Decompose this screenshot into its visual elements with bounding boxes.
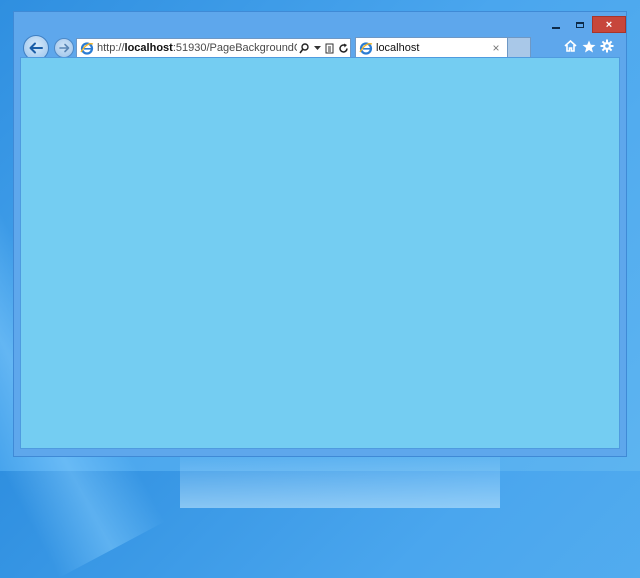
- forward-button[interactable]: [54, 38, 74, 58]
- close-window-button[interactable]: ×: [592, 16, 626, 33]
- browser-window: × http://localhost:51930/PageBackgroundC…: [13, 11, 627, 457]
- minimize-icon: [552, 26, 560, 29]
- page-content-area[interactable]: [20, 57, 620, 449]
- search-icon[interactable]: [298, 41, 310, 55]
- home-icon[interactable]: [562, 38, 578, 54]
- minimize-button[interactable]: [544, 16, 568, 33]
- settings-gear-icon[interactable]: [599, 38, 615, 54]
- tab-title: localhost: [376, 42, 420, 54]
- back-arrow-icon: [29, 42, 43, 54]
- maximize-icon: [576, 21, 584, 28]
- tab-localhost[interactable]: localhost ×: [355, 37, 508, 58]
- address-url[interactable]: http://localhost:51930/PageBackgroundCol…: [97, 42, 297, 54]
- desktop-wallpaper-glow: [180, 448, 500, 508]
- close-icon: ×: [605, 18, 613, 31]
- address-bar[interactable]: http://localhost:51930/PageBackgroundCol…: [76, 38, 351, 58]
- tab-ie-logo-icon: [359, 42, 373, 55]
- ie-logo-icon: [80, 42, 94, 55]
- new-tab-button[interactable]: [508, 37, 531, 58]
- compatibility-icon[interactable]: [324, 41, 336, 55]
- refresh-icon[interactable]: [337, 41, 349, 55]
- dropdown-icon[interactable]: [311, 41, 323, 55]
- favorites-star-icon[interactable]: [581, 38, 597, 54]
- maximize-button[interactable]: [568, 16, 592, 33]
- tab-close-icon[interactable]: ×: [489, 41, 503, 55]
- forward-arrow-icon: [58, 43, 69, 53]
